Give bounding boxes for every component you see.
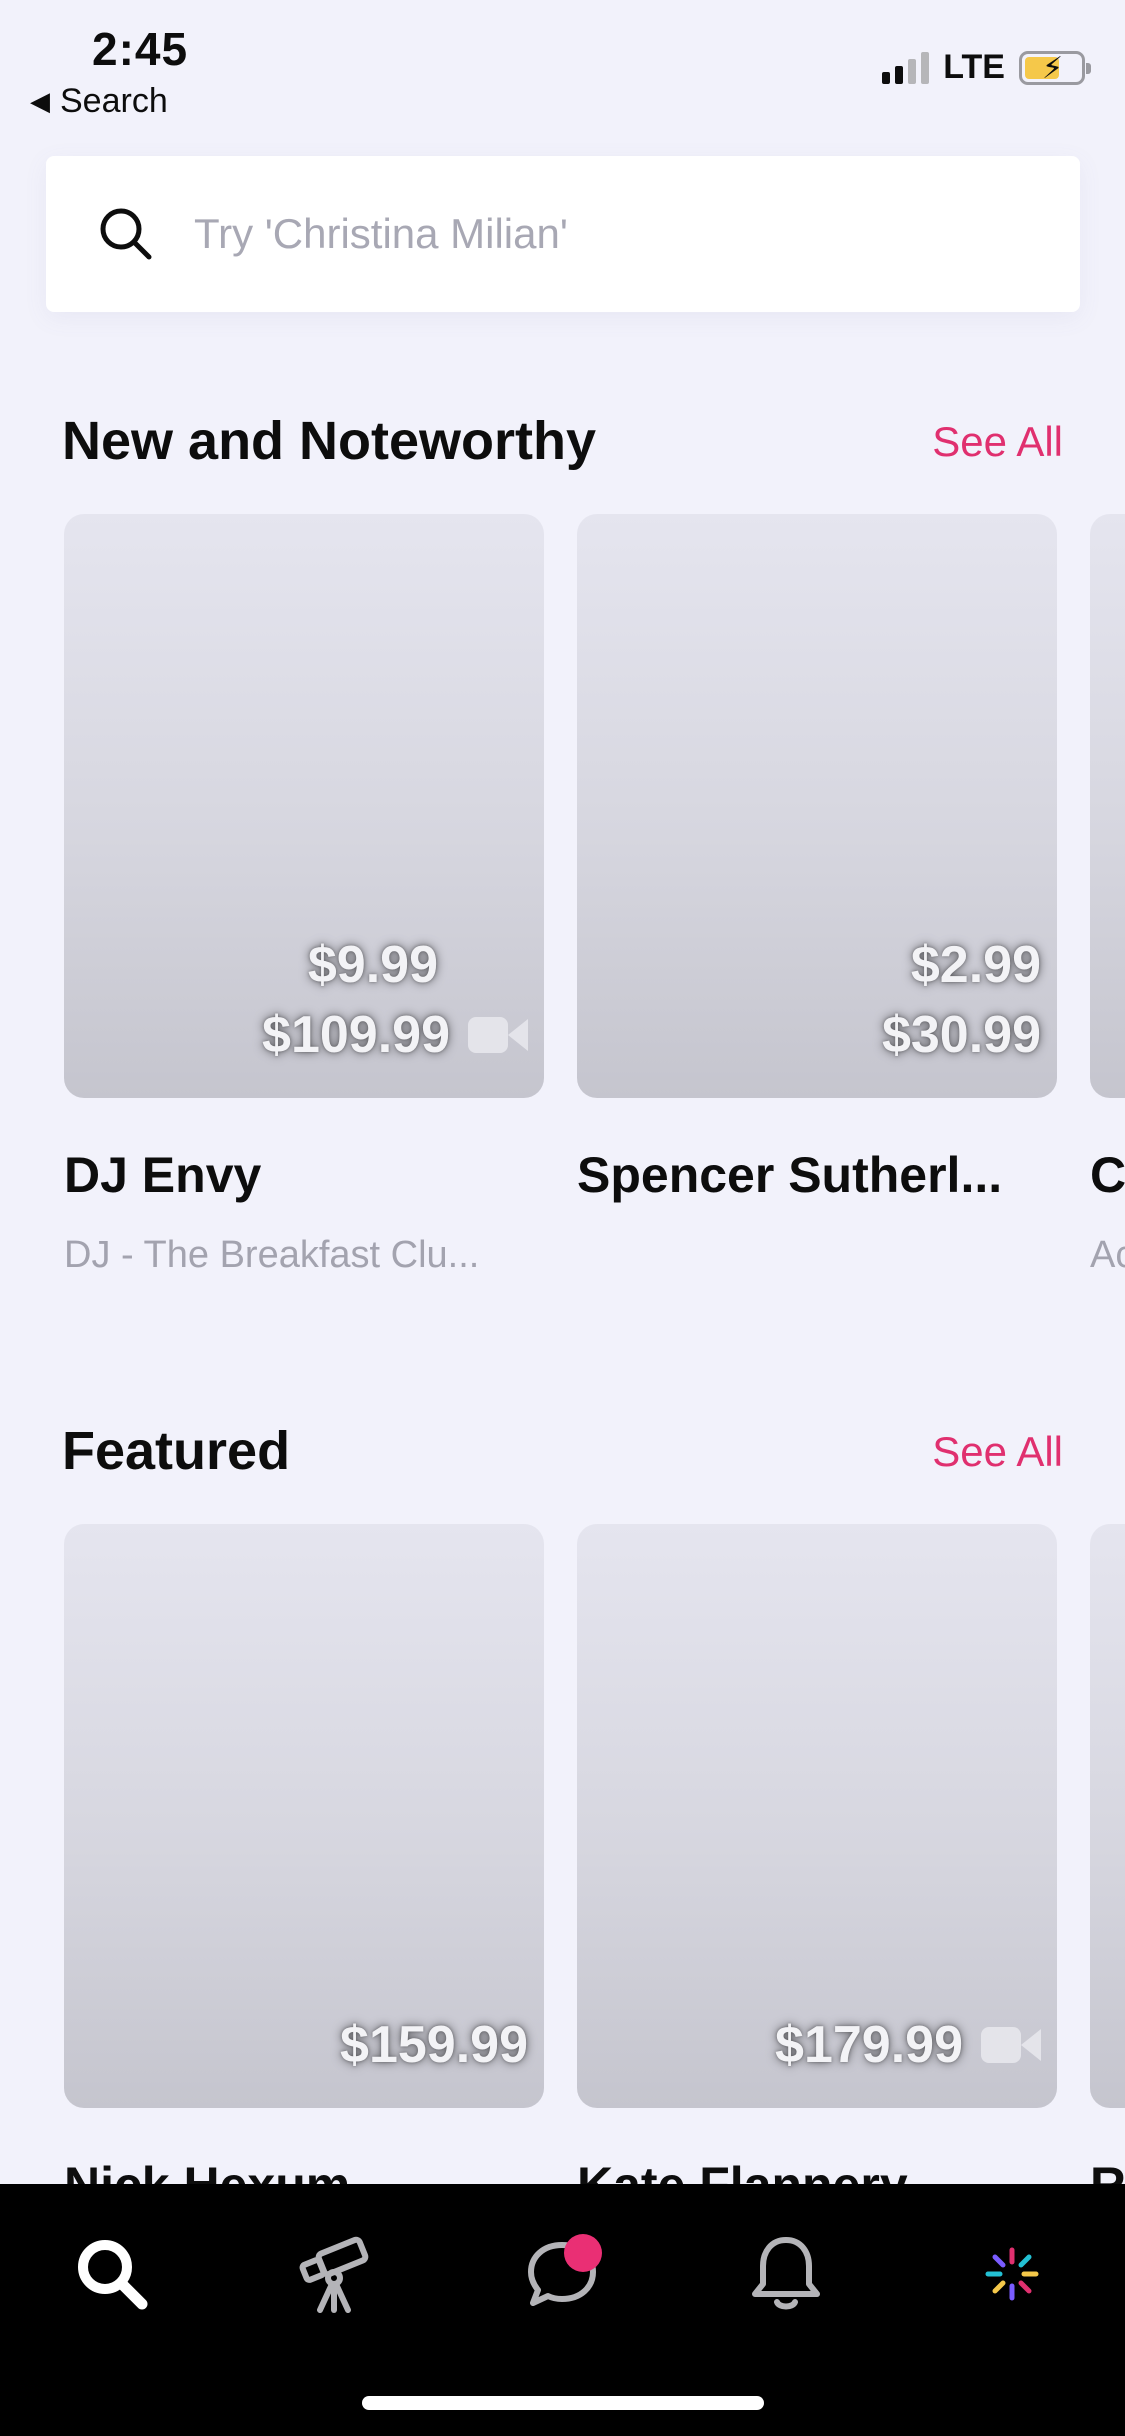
- back-arrow-icon: ◀: [30, 86, 50, 116]
- back-link-label: Search: [60, 82, 168, 120]
- talent-name: Nick Hexum: [64, 2156, 544, 2184]
- talent-name: DJ Envy: [64, 1147, 262, 1203]
- network-type: LTE: [943, 48, 1005, 86]
- price-label: $109.99: [262, 1006, 450, 1064]
- talent-thumbnail[interactable]: $179.99: [577, 1524, 1057, 2108]
- talent-thumbnail[interactable]: $2.99 $30.99: [577, 514, 1057, 1098]
- tab-notifications[interactable]: [726, 2224, 846, 2324]
- price-label: $2.99: [910, 936, 1041, 994]
- talent-card-partial[interactable]: R: [1090, 1524, 1125, 2184]
- price-label: $9.99: [307, 936, 438, 994]
- price-label: $30.99: [881, 1006, 1041, 1064]
- talent-subtitle: DJ - The Breakfast Clu...: [64, 1234, 480, 1274]
- talent-name: R: [1090, 2156, 1125, 2184]
- search-icon: [100, 208, 152, 260]
- talent-thumbnail[interactable]: [1090, 514, 1125, 1098]
- home-indicator[interactable]: [362, 2396, 764, 2410]
- telescope-icon: [299, 2236, 369, 2313]
- unread-badge: [564, 2234, 602, 2272]
- talent-subtitle: Ac: [1090, 1234, 1125, 1274]
- search-icon: [78, 2240, 148, 2310]
- bell-icon: [752, 2237, 820, 2310]
- video-camera-icon: [981, 2025, 1041, 2065]
- talent-card-dj-envy[interactable]: $9.99 $109.99 DJ Envy DJ - The Breakfast…: [64, 514, 544, 1274]
- tab-messages[interactable]: [502, 2224, 622, 2324]
- search-input[interactable]: [194, 210, 1014, 258]
- talent-card-nick-hexum[interactable]: $159.99 Nick Hexum: [64, 1524, 544, 2184]
- tab-profile[interactable]: [952, 2224, 1072, 2324]
- status-indicators: LTE ⚡: [882, 48, 1091, 87]
- tab-search[interactable]: [52, 2224, 172, 2324]
- back-to-search-link[interactable]: ◀ Search: [30, 82, 168, 121]
- talent-card-partial[interactable]: C Ac: [1090, 514, 1125, 1274]
- talent-thumbnail[interactable]: [1090, 1524, 1125, 2108]
- battery-icon: ⚡: [1019, 50, 1091, 85]
- price-label: $179.99: [775, 2016, 963, 2074]
- tab-discover[interactable]: [276, 2224, 396, 2324]
- sparkle-logo-icon: [985, 2247, 1039, 2301]
- status-time: 2:45: [92, 23, 189, 75]
- price-label: $159.99: [340, 2016, 528, 2074]
- section-title-featured: Featured: [62, 1421, 291, 1481]
- talent-card-kate-flannery[interactable]: $179.99 Kate Flannery: [577, 1524, 1057, 2184]
- talent-name: C: [1090, 1147, 1125, 1203]
- search-screen: 2:45 ◀ Search LTE ⚡ New and Noteworthy S…: [0, 0, 1125, 2436]
- signal-icon: [882, 51, 930, 84]
- talent-thumbnail[interactable]: $9.99 $109.99: [64, 514, 544, 1098]
- see-all-new-and-noteworthy-link[interactable]: See All: [932, 418, 1063, 466]
- featured-carousel[interactable]: $159.99 Nick Hexum $179.99 Kate Flannery…: [64, 1524, 1125, 2184]
- talent-name: Kate Flannery: [577, 2156, 1057, 2184]
- talent-name: Spencer Sutherl...: [577, 1147, 1003, 1203]
- talent-thumbnail[interactable]: $159.99: [64, 1524, 544, 2108]
- see-all-featured-link[interactable]: See All: [932, 1428, 1063, 1476]
- search-bar[interactable]: [46, 156, 1080, 312]
- new-and-noteworthy-carousel[interactable]: $9.99 $109.99 DJ Envy DJ - The Breakfast…: [64, 514, 1125, 1274]
- talent-card-spencer-sutherland[interactable]: $2.99 $30.99 Spencer Sutherl...: [577, 514, 1057, 1204]
- section-title-new-and-noteworthy: New and Noteworthy: [62, 411, 597, 471]
- video-camera-icon: [468, 1015, 528, 1055]
